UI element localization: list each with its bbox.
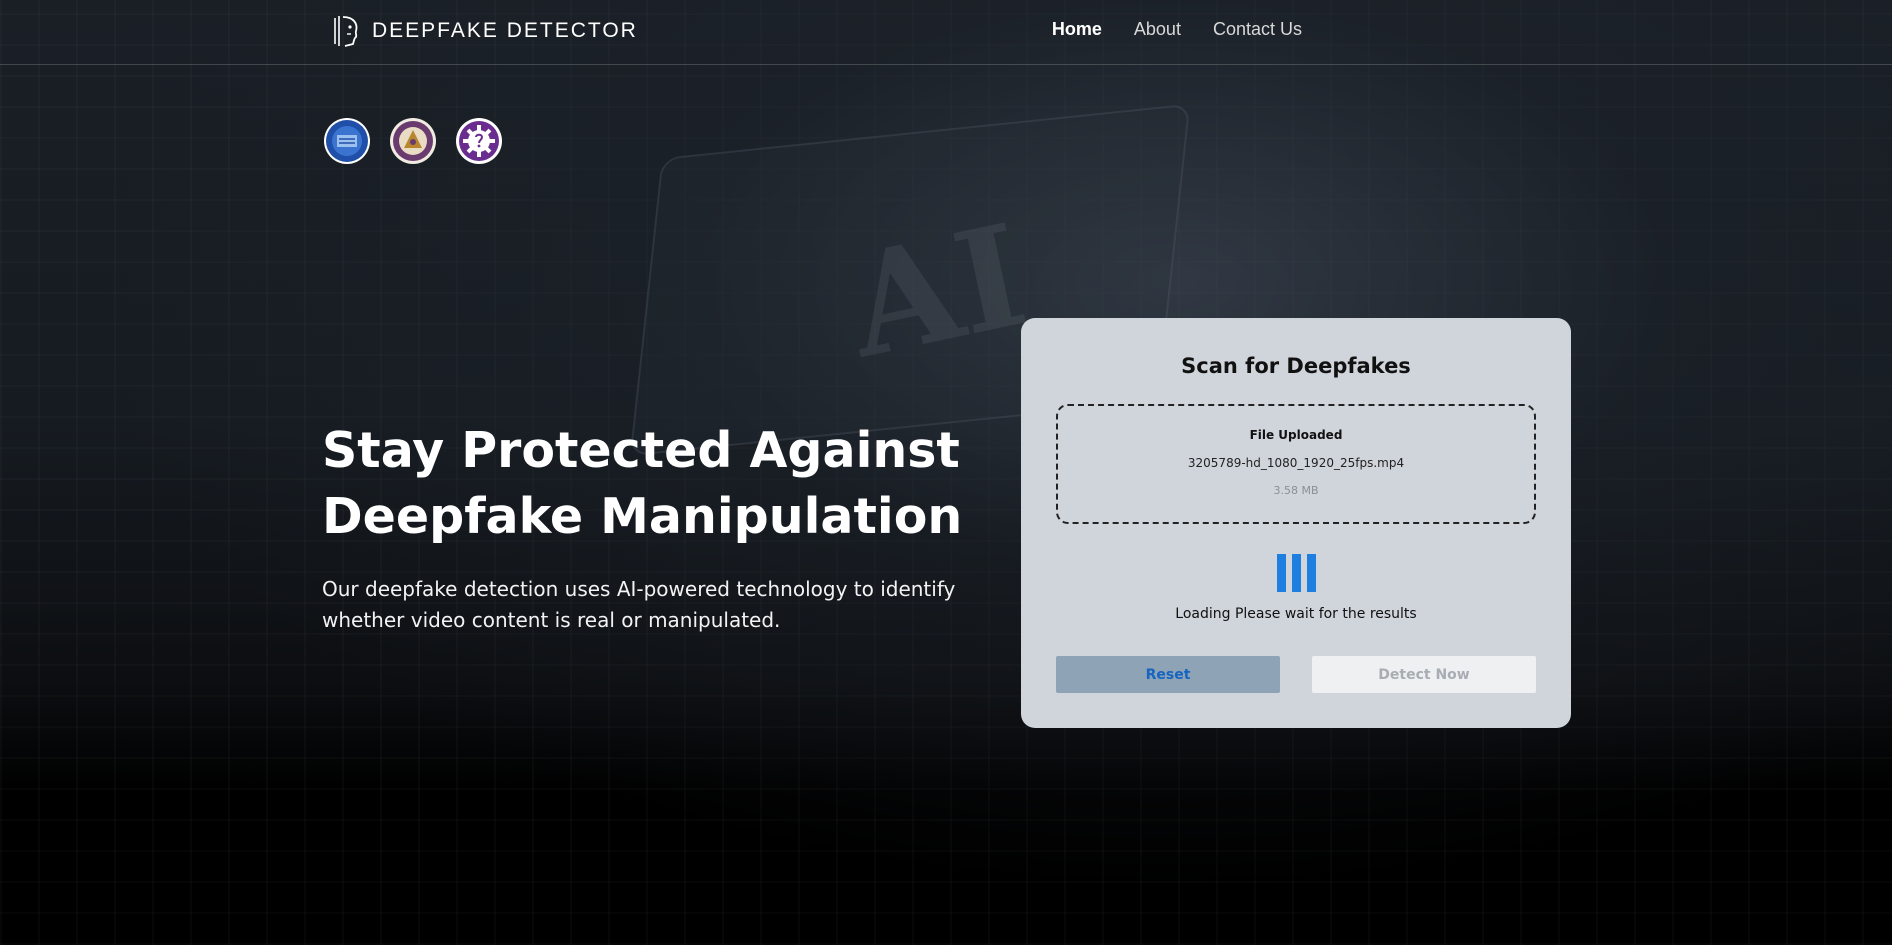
hero-title-line-1: Stay Protected Against: [322, 422, 960, 479]
partner-seals: [323, 117, 503, 165]
seal-blue-icon: [324, 118, 370, 164]
nav-home[interactable]: Home: [1052, 19, 1102, 40]
hero-title-line-2: Deepfake Manipulation: [322, 488, 963, 545]
loading-bars-icon: [1277, 554, 1316, 592]
face-scan-icon: [334, 16, 358, 47]
top-navbar: DEEPFAKE DETECTOR Home About Contact Us: [0, 0, 1892, 65]
nav-about[interactable]: About: [1134, 19, 1181, 40]
hero-description: Our deepfake detection uses AI-powered t…: [322, 577, 956, 632]
brand-logo[interactable]: DEEPFAKE DETECTOR: [332, 14, 638, 48]
scan-card-title: Scan for Deepfakes: [1181, 354, 1411, 378]
seal-gold-icon: [390, 118, 436, 164]
scan-card: Scan for Deepfakes File Uploaded 3205789…: [1021, 318, 1571, 728]
hero-title: Stay Protected Against Deepfake Manipula…: [322, 418, 982, 550]
file-dropzone[interactable]: File Uploaded 3205789-hd_1080_1920_25fps…: [1056, 404, 1536, 524]
loading-message: Loading Please wait for the results: [1175, 606, 1417, 622]
hero-section: Stay Protected Against Deepfake Manipula…: [322, 418, 982, 636]
seal-purple-gear-icon: [456, 118, 502, 164]
uploaded-file-size: 3.58 MB: [1273, 484, 1319, 497]
brand-name: DEEPFAKE DETECTOR: [372, 19, 638, 42]
main-nav: Home About Contact Us: [1052, 19, 1302, 40]
upload-status: File Uploaded: [1249, 428, 1343, 442]
nav-contact-us[interactable]: Contact Us: [1213, 19, 1302, 40]
reset-button[interactable]: Reset: [1056, 656, 1280, 693]
uploaded-file-name: 3205789-hd_1080_1920_25fps.mp4: [1187, 456, 1405, 470]
detect-now-button[interactable]: Detect Now: [1312, 656, 1536, 693]
